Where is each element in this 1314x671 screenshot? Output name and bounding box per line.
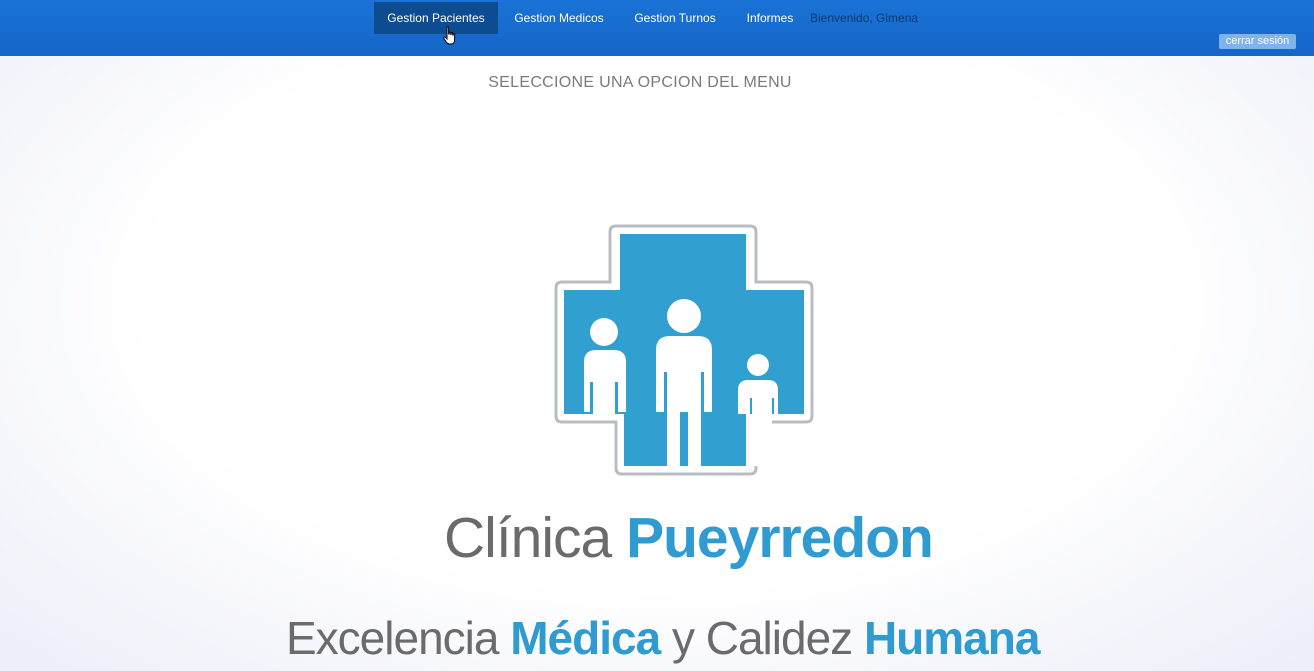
slogan-part-2: Médica bbox=[510, 612, 661, 664]
nav-gestion-medicos[interactable]: Gestion Medicos bbox=[508, 2, 610, 34]
slogan-part-3: y Calidez bbox=[671, 612, 853, 664]
clinic-slogan: Excelencia Médica y Calidez Humana bbox=[286, 605, 1040, 671]
slogan-part-4: Humana bbox=[863, 612, 1040, 664]
nav-gestion-pacientes[interactable]: Gestion Pacientes bbox=[374, 2, 498, 34]
clinic-name-light: Clínica bbox=[444, 506, 612, 570]
page: Gestion Pacientes Gestion Medicos Gestio… bbox=[0, 0, 1314, 671]
clinic-name-bold: Pueyrredon bbox=[626, 506, 934, 570]
top-navbar: Gestion Pacientes Gestion Medicos Gestio… bbox=[0, 0, 1314, 56]
select-option-prompt: SELECCIONE UNA OPCION DEL MENU bbox=[488, 74, 792, 91]
medical-cross-family-icon bbox=[554, 224, 814, 476]
nav-gestion-turnos[interactable]: Gestion Turnos bbox=[626, 2, 724, 34]
clinic-name: Clínica Pueyrredon bbox=[444, 503, 934, 573]
hand-pointer-icon bbox=[443, 26, 456, 45]
slogan-part-1: Excelencia bbox=[286, 612, 499, 664]
logout-button[interactable]: cerrar sesión bbox=[1219, 34, 1296, 49]
nav-informes[interactable]: Informes bbox=[740, 2, 800, 34]
welcome-text: Bienvenido, Gimena bbox=[810, 11, 919, 25]
